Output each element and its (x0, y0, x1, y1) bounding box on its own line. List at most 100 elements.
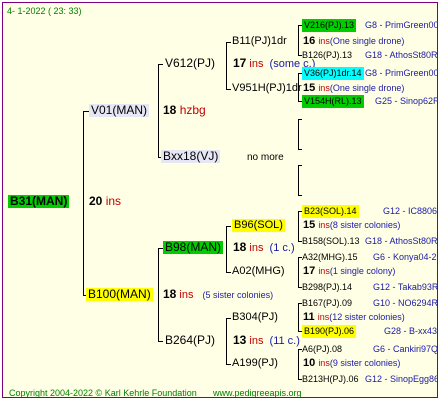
pedigree-chart: 4- 1-2022 ( 23: 33) B31(MAN) 20 ins V01(… (2, 2, 438, 398)
gen3-c1-queen[interactable]: B96(SOL) (232, 219, 285, 232)
gen3-a2-info: 15 ins(One single drone) (303, 82, 404, 95)
gen2-d-note: (11 c.) (269, 335, 300, 347)
gen4-r5-code: G12 - IC8806 (383, 206, 438, 216)
gen3-d2-queen[interactable]: A199(PJ) (232, 357, 278, 370)
gen3-d2-note: (9 sister colonies) (329, 358, 401, 368)
header-date: 4- 1-2022 ( 23: 33) (7, 6, 82, 16)
gen1-lower-suffix: ins (179, 289, 194, 301)
gen2-c-note: (1 c.) (269, 242, 295, 254)
gen4-r9-queen[interactable]: B167(PJ).09 (302, 297, 352, 310)
footer-site-link[interactable]: www.pedigreeapis.org (213, 387, 302, 397)
connector-line (158, 341, 163, 342)
gen1-upper-note: hzbg (179, 103, 206, 117)
gen3-c2-suffix: ins (318, 266, 330, 276)
gen3-c1-note: (8 sister colonies) (329, 220, 401, 230)
gen4-r12-queen[interactable]: B213H(PJ).06 (302, 373, 359, 386)
gen2-c-queen[interactable]: B98(MAN) (163, 241, 224, 254)
gen4-r12-code: G12 - SinopEgg86R (365, 374, 438, 384)
connector-line (298, 303, 299, 331)
gen3-a2-suffix: ins (318, 83, 330, 93)
connector-line (226, 42, 231, 43)
gen4-r3-queen[interactable]: V36(PJ)1dr.14 (302, 67, 364, 80)
gen4-r7-queen[interactable]: A32(MHG).15 (302, 251, 358, 264)
gen4-r6-queen[interactable]: B158(SOL).13 (302, 235, 360, 248)
connector-line (226, 89, 231, 90)
connector-line (226, 272, 231, 273)
gen4-r1-code: G8 - PrimGreen00 (365, 20, 438, 30)
gen3-d1-num: 11 (303, 311, 315, 323)
gen4-r10-code: G28 - B-xx43 (384, 326, 438, 336)
connector-line (298, 349, 299, 379)
gen3-d1-info: 11 ins(12 sister colonies) (303, 311, 405, 324)
gen2-b-note: no more (247, 152, 284, 163)
gen3-a2-note: (One single drone) (329, 83, 405, 93)
connector-line (226, 42, 227, 89)
gen1-lower-queen[interactable]: B100(MAN) (86, 288, 153, 301)
gen3-c1-info: 15 ins(8 sister colonies) (303, 219, 400, 232)
gen3-c1-suffix: ins (318, 220, 330, 230)
gen4-r11-queen[interactable]: A6(PJ).08 (302, 343, 342, 356)
gen2-d-queen[interactable]: B264(PJ) (165, 334, 215, 347)
gen3-a1-queen[interactable]: B11(PJ)1dr (232, 35, 287, 48)
gen4-r10-queen[interactable]: B190(PJ).06 (302, 325, 357, 338)
gen3-d1-suffix: ins (317, 312, 330, 322)
gen3-c2-queen[interactable]: A02(MHG) (232, 265, 285, 278)
gen2-a-queen[interactable]: V612(PJ) (165, 57, 215, 70)
gen4-r6-code: G18 - AthosSt80R (365, 236, 438, 246)
gen3-c2-info: 17 ins(1 single colony) (303, 265, 395, 278)
gen4-r3-code: G8 - PrimGreen00 (365, 68, 438, 78)
gen2-d-num: 13 (233, 333, 247, 347)
connector-line (298, 195, 302, 196)
gen4-r4-code: G25 - Sinop62R (375, 96, 438, 106)
gen4-r5-queen[interactable]: B23(SOL).14 (302, 205, 359, 218)
root-queen[interactable]: B31(MAN) (8, 195, 70, 208)
gen3-d1-queen[interactable]: B304(PJ) (232, 311, 278, 324)
footer-copyright: Copyright 2004-2022 © Karl Kehrle Founda… (9, 388, 197, 398)
gen4-r7-code: G6 - Konya04-2 (373, 252, 437, 262)
connector-line (226, 364, 231, 365)
gen1-lower-info: 18 ins (5 sister colonies) (163, 288, 273, 302)
gen1-lower-note: (5 sister colonies) (202, 290, 274, 300)
root-info: 20 ins (89, 195, 121, 208)
connector-line (298, 119, 302, 120)
connector-line (298, 149, 302, 150)
gen3-a1-num: 16 (303, 35, 316, 47)
gen2-b-queen[interactable]: Bxx18(VJ) (161, 150, 221, 163)
gen4-r8-code: G12 - Takab93R (373, 282, 438, 292)
connector-line (298, 25, 299, 55)
connector-line (226, 318, 227, 364)
connector-line (158, 64, 159, 157)
gen2-d-suffix: ins (249, 335, 264, 347)
gen4-r2-queen[interactable]: B126(PJ).13 (302, 49, 352, 62)
gen3-d2-suffix: ins (318, 358, 330, 368)
connector-line (298, 165, 302, 166)
connector-line (298, 119, 299, 149)
connector-line (158, 248, 159, 341)
gen3-d2-num: 10 (303, 357, 316, 369)
gen4-r1-queen[interactable]: V216(PJ).13 (302, 19, 357, 32)
gen3-a2-queen[interactable]: V951H(PJ)1dr (232, 82, 302, 95)
gen2-a-num: 17 (233, 56, 247, 70)
gen3-a1-suffix: ins (318, 36, 330, 46)
root-num: 20 (89, 194, 103, 208)
gen2-c-num: 18 (233, 240, 247, 254)
gen2-a-suffix: ins (249, 58, 264, 70)
connector-line (298, 257, 299, 287)
gen4-r4-queen[interactable]: V154H(RL).13 (302, 95, 364, 108)
connector-line (83, 111, 84, 295)
gen3-c1-num: 15 (303, 219, 316, 231)
gen2-c-info: 18 ins (1 c.) (233, 241, 295, 255)
gen4-r8-queen[interactable]: B298(PJ).14 (302, 281, 352, 294)
gen3-c2-num: 17 (303, 265, 316, 277)
gen3-a1-note: (One single drone) (329, 36, 405, 46)
gen3-d1-note: (12 sister colonies) (329, 312, 405, 322)
connector-line (226, 318, 231, 319)
root-suffix: ins (105, 194, 122, 208)
connector-line (226, 226, 227, 272)
gen1-upper-queen[interactable]: V01(MAN) (89, 104, 150, 117)
gen1-lower-num: 18 (163, 287, 177, 301)
gen3-c2-note: (1 single colony) (329, 266, 396, 276)
gen3-a2-num: 15 (303, 82, 316, 94)
gen3-a1-info: 16 ins(One single drone) (303, 35, 404, 48)
gen2-d-info: 13 ins (11 c.) (233, 334, 300, 348)
